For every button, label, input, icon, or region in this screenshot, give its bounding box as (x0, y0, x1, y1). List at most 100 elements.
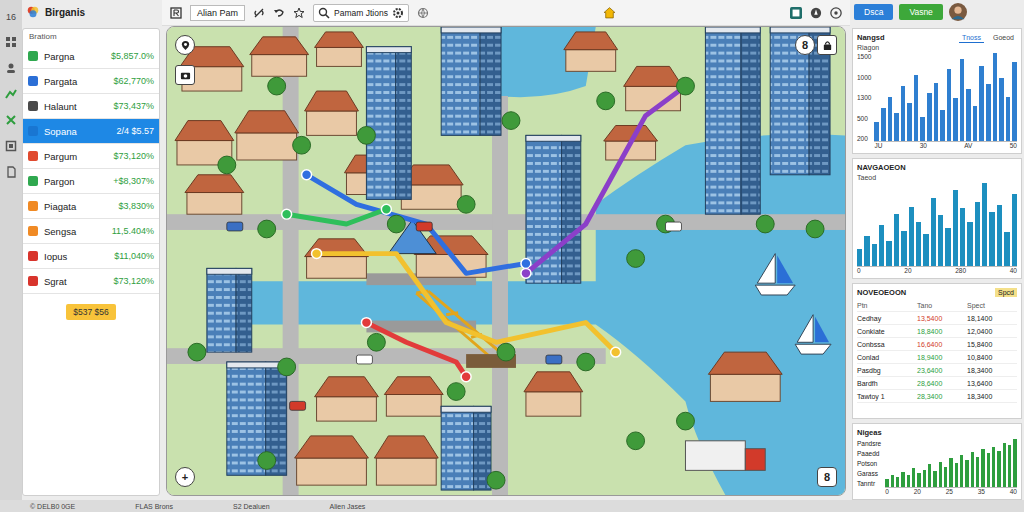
status-item: © DELB0 0GE (30, 503, 75, 510)
name-field[interactable]: Alian Pam (190, 5, 245, 21)
table-row[interactable]: Pasdbg23,640018,3400 (857, 364, 1017, 377)
tree (577, 353, 595, 371)
table-row[interactable]: Conbssa16,640015,8400 (857, 338, 1017, 351)
chart-bar (896, 477, 899, 487)
home-icon[interactable] (603, 6, 616, 19)
header-button[interactable]: Vasne (899, 4, 942, 20)
locate-button[interactable] (175, 35, 195, 55)
x-tick: 25 (946, 488, 953, 497)
car (666, 222, 682, 231)
chart-bar (881, 108, 886, 141)
asset-row[interactable]: Halaunt$73,437% (23, 94, 159, 119)
chart-bar (927, 93, 932, 141)
layers-icon[interactable] (5, 140, 17, 152)
asset-row[interactable]: Iopus$11,040% (23, 244, 159, 269)
save-icon[interactable] (790, 7, 802, 19)
count-badge[interactable]: 8 (817, 467, 837, 487)
compass-icon[interactable] (810, 7, 822, 19)
asset-row[interactable]: Pargna$5,857.0% (23, 44, 159, 69)
asset-swatch (28, 151, 38, 161)
table-row[interactable]: Conkiate18,840012,0400 (857, 325, 1017, 338)
asset-row[interactable]: Sgrat$73,120% (23, 269, 159, 294)
globe-icon[interactable] (417, 7, 429, 19)
asset-row[interactable]: Pargum$73,120% (23, 144, 159, 169)
asset-value: $73,120% (113, 151, 154, 161)
chart-bar (923, 234, 928, 266)
chart-bar (986, 84, 991, 141)
chart-bar (1006, 97, 1011, 141)
status-bar: © DELB0 0GEFLAS BronsS2 DealuenAlien Jas… (0, 500, 1024, 512)
chart-bar (894, 214, 899, 267)
tools-icon[interactable] (5, 114, 17, 126)
route[interactable] (312, 249, 621, 357)
search-text: Pamam Jtions (334, 8, 388, 18)
chart-bar (1012, 62, 1017, 141)
x-tick: 0 (857, 267, 861, 276)
table-cell: Cedhay (857, 315, 917, 322)
asset-row[interactable]: Pargon +$8,307% (23, 169, 159, 194)
x-tick: 20 (914, 488, 921, 497)
table-row[interactable]: Conlad18,940010,8400 (857, 351, 1017, 364)
search-field[interactable]: Pamam Jtions (313, 4, 409, 22)
document-icon[interactable] (5, 166, 17, 178)
gear-icon[interactable] (392, 7, 404, 19)
map-canvas[interactable] (167, 27, 845, 495)
house (315, 32, 364, 66)
column-header[interactable]: Spect (967, 302, 1017, 309)
table-cell: 18,1400 (967, 315, 1017, 322)
chart-bar (997, 205, 1002, 266)
table-row[interactable]: Bardfh28,640013,6400 (857, 377, 1017, 390)
asset-row[interactable]: Sopana2/4 $5.57 (23, 119, 159, 144)
route-icon[interactable] (5, 88, 17, 100)
chart-bar (947, 69, 952, 141)
route[interactable] (361, 318, 471, 382)
sailboat (755, 254, 795, 295)
tree (268, 77, 286, 95)
layer-badge[interactable]: 8 (795, 35, 815, 55)
table-tag[interactable]: Spcd (995, 288, 1017, 297)
avatar-icon[interactable] (949, 3, 967, 21)
icon-rail: 16 (0, 0, 22, 500)
city-map[interactable]: 8 +8 (166, 26, 846, 496)
tree (597, 92, 615, 110)
chart-bar (940, 110, 945, 141)
tower (366, 47, 411, 200)
frame-icon[interactable] (170, 7, 182, 19)
camera-button[interactable] (175, 65, 195, 85)
total-badge[interactable]: $537 $56 (66, 304, 115, 320)
table-header: PtnTanoSpect (857, 299, 1017, 312)
rail-label: 16 (6, 12, 16, 22)
route[interactable] (282, 204, 392, 224)
header-button[interactable]: Dsca (854, 4, 893, 20)
tree (806, 220, 824, 238)
nav-card: NAVGAOEONTaeod02028040 (852, 158, 1022, 279)
asset-swatch (28, 101, 38, 111)
chart-tab[interactable]: Goeod (990, 33, 1017, 42)
undo-icon[interactable] (273, 7, 285, 19)
table-cell: 10,8400 (967, 354, 1017, 361)
settings-icon[interactable] (830, 7, 842, 19)
asset-value: $73,120% (113, 276, 154, 286)
link-icon[interactable] (253, 7, 265, 19)
asset-value: +$8,307% (113, 176, 154, 186)
chart-bar (953, 190, 958, 266)
grid-icon[interactable] (5, 36, 17, 48)
chart-bar (971, 452, 974, 487)
asset-label: Pargon (44, 176, 107, 187)
table-row[interactable]: Cedhay13,540018,1400 (857, 312, 1017, 325)
asset-row[interactable]: Sengsa11,5.404% (23, 219, 159, 244)
table-row[interactable]: Tawtoy 128,340018,3400 (857, 390, 1017, 403)
user-icon[interactable] (5, 62, 17, 74)
table-cell: Pasdbg (857, 367, 917, 374)
zoom-button[interactable]: + (175, 467, 195, 487)
star-icon[interactable] (293, 7, 305, 19)
route[interactable] (521, 81, 691, 278)
column-header[interactable]: Ptn (857, 302, 917, 309)
asset-row[interactable]: Piagata$3,830% (23, 194, 159, 219)
chart-bar (891, 475, 894, 487)
asset-row[interactable]: Pargata$62,770% (23, 69, 159, 94)
chart-tab[interactable]: Tnoss (959, 33, 984, 43)
trend-chart: 150010001300500200JU30AV50 (857, 53, 1017, 151)
lock-button[interactable] (817, 35, 837, 55)
column-header[interactable]: Tano (917, 302, 967, 309)
